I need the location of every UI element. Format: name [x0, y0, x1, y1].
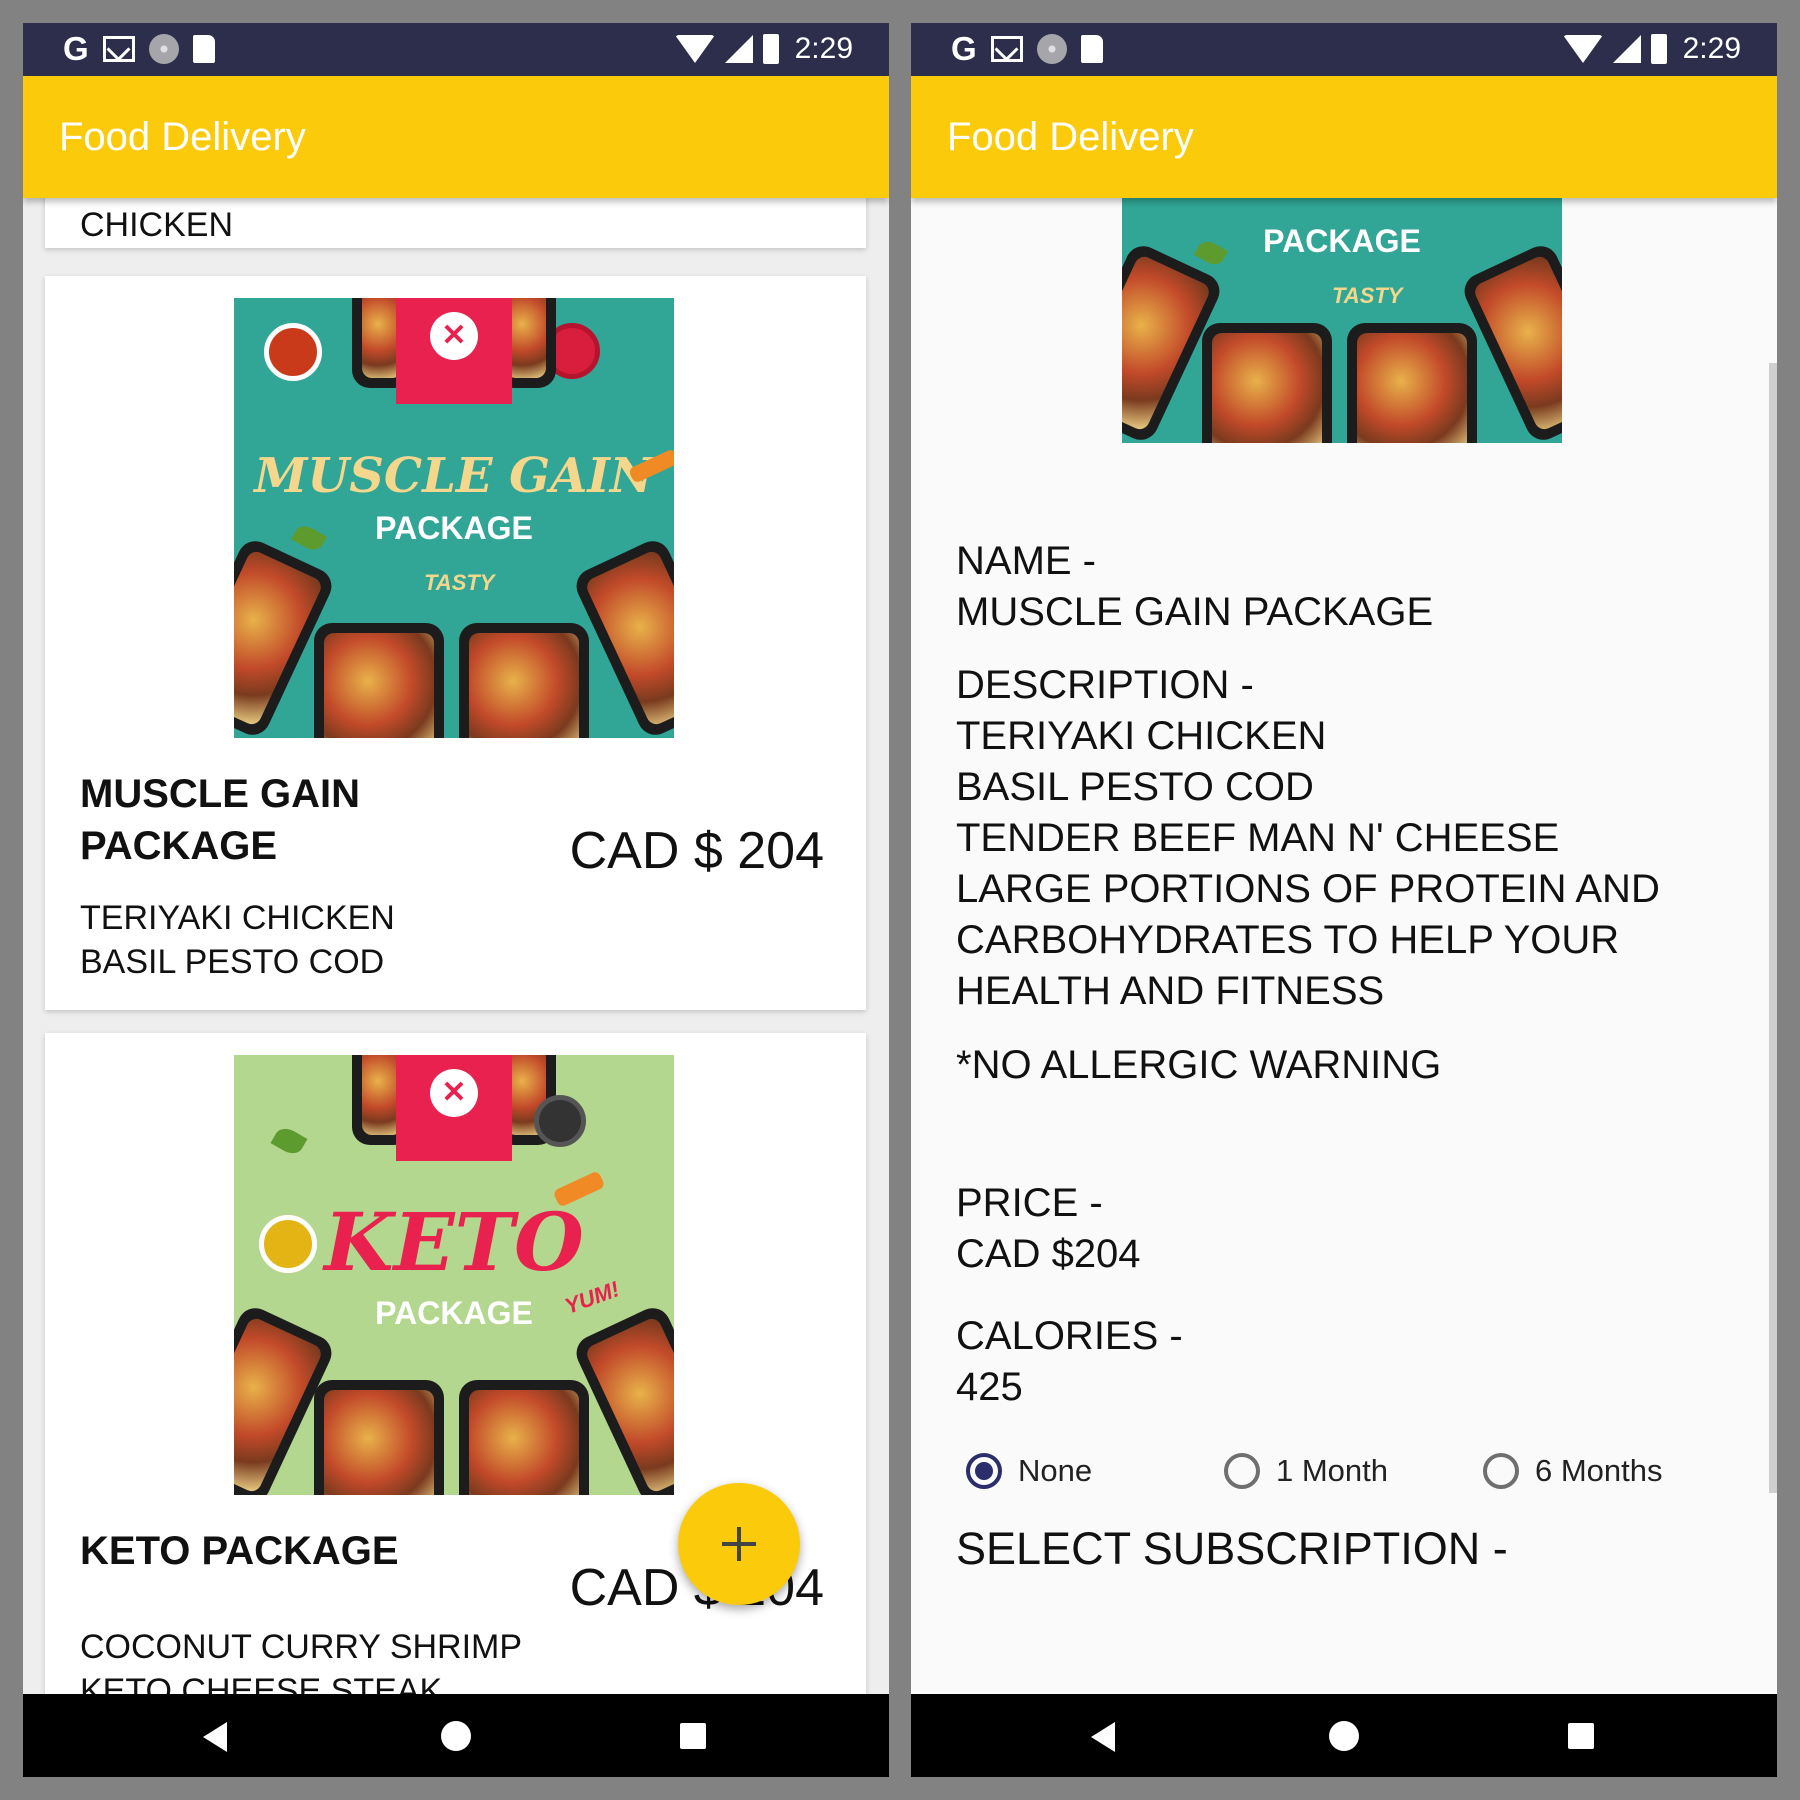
- fork-knife-logo-icon: ✕: [430, 312, 478, 360]
- package-image-keto: ✕ KETO PACKAGE YUM!: [234, 1055, 674, 1495]
- price-section: PRICE - CAD $204: [956, 1178, 1141, 1280]
- battery-icon: [762, 34, 779, 64]
- package-description: TERIYAKI CHICKEN BASIL PESTO COD: [80, 896, 395, 984]
- signal-icon: [1612, 35, 1641, 63]
- sd-card-icon: [192, 35, 215, 63]
- status-time: 2:29: [1682, 32, 1741, 65]
- radio-none[interactable]: None: [966, 1453, 1092, 1489]
- brand-banner: ✕: [396, 298, 512, 404]
- name-value: MUSCLE GAIN PACKAGE: [956, 590, 1434, 634]
- price-value: CAD $204: [956, 1232, 1141, 1276]
- radio-unselected-icon[interactable]: [1224, 1453, 1260, 1489]
- leaf-decor: [270, 1123, 308, 1159]
- signal-icon: [724, 35, 753, 63]
- description-line: BASIL PESTO COD: [956, 765, 1314, 809]
- status-time: 2:29: [794, 32, 853, 65]
- image-tag: TASTY: [424, 570, 495, 595]
- google-icon: G: [63, 30, 89, 67]
- sauce-cup: [264, 323, 322, 381]
- package-card-partial-text: CHICKEN: [80, 206, 234, 244]
- phone-screen-detail: G 2:29 Food Delivery PACKAGE TASTY NAME …: [911, 23, 1777, 1777]
- gmail-icon: [990, 36, 1023, 62]
- radio-selected-icon[interactable]: [966, 1453, 1002, 1489]
- description-line: LARGE PORTIONS OF PROTEIN AND: [956, 867, 1660, 911]
- package-price: CAD $ 204: [569, 822, 824, 880]
- app-bar: Food Delivery: [23, 76, 889, 198]
- brand-banner: ✕: [396, 1055, 512, 1161]
- package-name: MUSCLE GAIN PACKAGE: [80, 772, 360, 868]
- battery-icon: [1650, 34, 1667, 64]
- radio-unselected-icon[interactable]: [1483, 1453, 1519, 1489]
- navigation-bar: [23, 1694, 889, 1777]
- package-card-partial[interactable]: CHICKEN: [45, 198, 866, 248]
- navigation-bar: [911, 1694, 1777, 1777]
- package-description-line: BASIL PESTO COD: [80, 943, 385, 981]
- package-image-muscle-gain: ✕ MUSCLE GAIN PACKAGE TASTY: [234, 298, 674, 738]
- status-bar: G 2:29: [23, 23, 889, 76]
- description-line: TERIYAKI CHICKEN: [956, 714, 1327, 758]
- wifi-icon: [1562, 35, 1603, 63]
- description-label: DESCRIPTION -: [956, 663, 1254, 707]
- name-section: NAME - MUSCLE GAIN PACKAGE: [956, 536, 1433, 638]
- wifi-icon: [674, 35, 715, 63]
- back-icon[interactable]: [203, 1722, 227, 1752]
- calories-label: CALORIES -: [956, 1314, 1183, 1358]
- app-title: Food Delivery: [59, 115, 306, 159]
- subscription-radio-group: None 1 Month 6 Months: [966, 1453, 1686, 1503]
- package-description-line: KETO CHEESE STEAK: [80, 1672, 443, 1694]
- app-bar: Food Delivery: [911, 76, 1777, 198]
- radio-label: 6 Months: [1535, 1453, 1663, 1488]
- description-line: HEALTH AND FITNESS: [956, 969, 1385, 1013]
- image-tag: TASTY: [1332, 283, 1403, 308]
- gmail-icon: [102, 36, 135, 62]
- package-detail-image: PACKAGE TASTY: [1122, 198, 1562, 443]
- sd-card-icon: [1080, 35, 1103, 63]
- package-card-muscle-gain[interactable]: ✕ MUSCLE GAIN PACKAGE TASTY MUSCLE GAIN …: [45, 276, 866, 1010]
- radio-1-month[interactable]: 1 Month: [1224, 1453, 1388, 1489]
- sync-icon: [148, 34, 179, 64]
- image-title: MUSCLE GAIN: [254, 448, 654, 504]
- fork-knife-logo-icon: ✕: [430, 1069, 478, 1117]
- pepper-bowl: [534, 1095, 586, 1147]
- package-description-line: TERIYAKI CHICKEN: [80, 899, 395, 937]
- name-label: NAME -: [956, 539, 1096, 583]
- google-icon: G: [951, 30, 977, 67]
- package-description-line: COCONUT CURRY SHRIMP: [80, 1628, 523, 1666]
- radio-6-months[interactable]: 6 Months: [1483, 1453, 1663, 1489]
- description-line: TENDER BEEF MAN N' CHEESE: [956, 816, 1560, 860]
- subscription-label: SELECT SUBSCRIPTION -: [956, 1523, 1508, 1574]
- scrollbar[interactable]: [1769, 363, 1777, 1493]
- app-title: Food Delivery: [947, 115, 1194, 159]
- home-icon[interactable]: [1329, 1721, 1359, 1751]
- add-fab-button[interactable]: [678, 1483, 800, 1605]
- phone-screen-list: G 2:29 Food Delivery CHICKEN ✕ MUSCLE GA…: [23, 23, 889, 1777]
- price-label: PRICE -: [956, 1181, 1103, 1225]
- recent-apps-icon[interactable]: [680, 1723, 706, 1749]
- description-line: CARBOHYDRATES TO HELP YOUR: [956, 918, 1620, 962]
- image-subtitle: PACKAGE: [1263, 223, 1421, 259]
- radio-label: 1 Month: [1276, 1453, 1389, 1488]
- image-title: KETO: [324, 1195, 584, 1289]
- calories-section: CALORIES - 425: [956, 1311, 1183, 1413]
- home-icon[interactable]: [441, 1721, 471, 1751]
- status-bar: G 2:29: [911, 23, 1777, 76]
- radio-label: None: [1018, 1453, 1093, 1488]
- calories-value: 425: [956, 1365, 1023, 1409]
- package-description: COCONUT CURRY SHRIMP KETO CHEESE STEAK: [80, 1625, 522, 1694]
- package-name: KETO PACKAGE: [80, 1529, 399, 1573]
- description-section: DESCRIPTION - TERIYAKI CHICKEN BASIL PES…: [956, 660, 1660, 1017]
- back-icon[interactable]: [1091, 1722, 1115, 1752]
- recent-apps-icon[interactable]: [1568, 1723, 1594, 1749]
- sync-icon: [1036, 34, 1067, 64]
- package-list[interactable]: CHICKEN ✕ MUSCLE GAIN PACKAGE TASTY MUSC…: [23, 198, 889, 1694]
- allergy-warning: *NO ALLERGIC WARNING: [956, 1043, 1442, 1087]
